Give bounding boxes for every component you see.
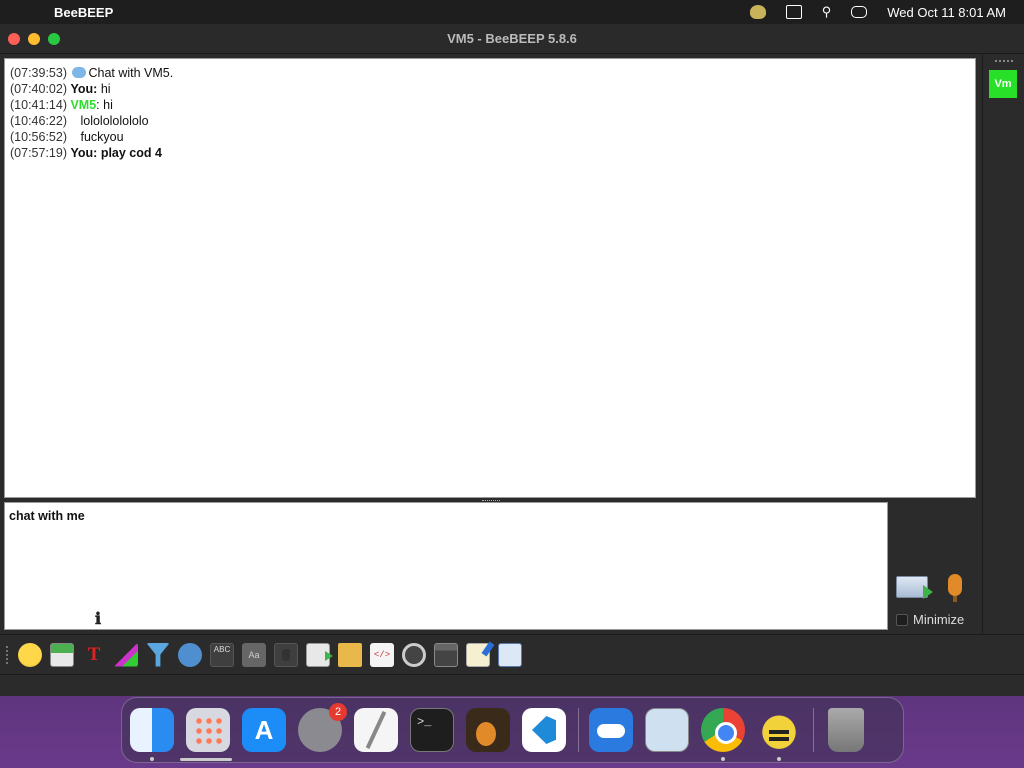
message-text: lololololololo bbox=[80, 114, 149, 128]
message-text: hi bbox=[103, 98, 113, 112]
message-timestamp: (10:41:14) bbox=[10, 98, 67, 112]
minimize-window-button[interactable] bbox=[28, 32, 40, 45]
running-indicator bbox=[777, 757, 781, 761]
toolbar-grip[interactable] bbox=[6, 645, 10, 664]
dictionary-icon[interactable]: Aa bbox=[242, 642, 266, 667]
message-timestamp: (07:40:02) bbox=[10, 82, 67, 96]
window-switcher-icon[interactable] bbox=[785, 5, 802, 19]
user-list-panel: Vm bbox=[982, 54, 1024, 634]
control-center-icon[interactable] bbox=[851, 6, 868, 18]
vscode-icon[interactable] bbox=[522, 708, 566, 752]
chat-toolbar: T ABC Aa </> bbox=[0, 634, 1024, 674]
launchpad-icon[interactable] bbox=[186, 708, 230, 752]
font-icon[interactable]: T bbox=[82, 643, 106, 667]
chat-message: (10:41:14) VM5: hi bbox=[10, 98, 113, 112]
system-settings-icon[interactable]: 2 bbox=[298, 703, 347, 752]
dock-separator bbox=[813, 708, 814, 752]
chat-message: (07:40:02) You: hi bbox=[10, 82, 111, 96]
app-store-icon[interactable]: A bbox=[242, 708, 286, 752]
menu-clock[interactable]: Wed Oct 11 8:01 AM bbox=[887, 5, 1006, 20]
terminal-icon[interactable]: >_ bbox=[410, 708, 454, 752]
note-icon[interactable] bbox=[274, 642, 298, 667]
message-timestamp: (10:46:22) bbox=[10, 114, 67, 128]
message-input-text: chat with me bbox=[9, 509, 85, 523]
user-avatar[interactable]: Vm bbox=[989, 70, 1017, 98]
message-text: play cod 4 bbox=[100, 146, 162, 160]
text-cursor-icon: ℹ bbox=[95, 611, 102, 628]
app-menu-name[interactable]: BeeBEEP bbox=[54, 5, 113, 20]
menu-bar: BeeBEEP ⚲ Wed Oct 11 8:01 AM bbox=[0, 0, 1024, 24]
beebeep-status-icon[interactable] bbox=[749, 5, 766, 19]
panel-grip[interactable] bbox=[995, 60, 1013, 64]
window-title: VM5 - BeeBEEP 5.8.6 bbox=[447, 31, 577, 46]
font-color-icon[interactable] bbox=[114, 642, 138, 667]
chat-message: (10:46:22) lololololololo bbox=[10, 113, 970, 129]
detach-window-icon[interactable] bbox=[498, 642, 522, 667]
status-bar bbox=[0, 674, 1024, 696]
message-timestamp: (10:56:52) bbox=[10, 130, 67, 144]
notification-badge: 2 bbox=[329, 703, 347, 721]
dock: A 2 >_ bbox=[121, 697, 904, 763]
finder-icon[interactable] bbox=[130, 708, 174, 761]
screenshot-icon[interactable] bbox=[402, 642, 426, 667]
chat-message: (07:57:19) You: play cod 4 bbox=[10, 146, 162, 160]
menu-bar-extras: ⚲ Wed Oct 11 8:01 AM bbox=[749, 4, 1024, 20]
textedit-icon[interactable] bbox=[354, 708, 398, 752]
preview-icon[interactable] bbox=[645, 708, 689, 752]
trash-icon[interactable] bbox=[828, 708, 864, 752]
send-file-icon[interactable] bbox=[306, 642, 333, 667]
weather-icon[interactable] bbox=[589, 708, 633, 752]
running-indicator bbox=[150, 757, 154, 761]
chrome-icon[interactable] bbox=[701, 708, 745, 761]
message-sender: VM5 bbox=[70, 98, 97, 112]
zoom-window-button[interactable] bbox=[48, 32, 60, 45]
screen-capture-icon[interactable] bbox=[434, 642, 458, 667]
close-window-button[interactable] bbox=[8, 32, 20, 45]
spotlight-search-icon[interactable]: ⚲ bbox=[822, 4, 832, 20]
message-timestamp: (07:39:53) bbox=[10, 66, 67, 80]
minimize-label[interactable]: Minimize bbox=[913, 612, 964, 627]
dock-separator bbox=[578, 708, 579, 752]
message-text: fuckyou bbox=[80, 130, 124, 144]
message-timestamp: (07:57:19) bbox=[10, 146, 67, 160]
chat-bubble-icon bbox=[72, 67, 87, 78]
emoticons-icon[interactable] bbox=[18, 642, 42, 667]
send-folder-icon[interactable] bbox=[338, 642, 362, 667]
message-text: hi bbox=[100, 82, 111, 96]
message-sender: You bbox=[70, 146, 94, 160]
running-indicator bbox=[721, 757, 725, 761]
voice-message-icon[interactable] bbox=[948, 574, 962, 602]
beebeep-icon[interactable] bbox=[757, 708, 801, 761]
chat-header-text: Chat with VM5. bbox=[88, 66, 174, 80]
chat-message: (10:56:52) fuckyou bbox=[10, 129, 970, 145]
spellcheck-icon[interactable]: ABC bbox=[210, 642, 234, 667]
html-icon[interactable]: </> bbox=[370, 642, 394, 667]
chat-history[interactable]: (07:39:53) Chat with VM5. (07:40:02) You… bbox=[4, 58, 976, 498]
chat-header-line: (07:39:53) Chat with VM5. bbox=[10, 65, 970, 81]
minimize-checkbox[interactable] bbox=[896, 614, 908, 626]
message-sender: You bbox=[70, 82, 94, 96]
send-message-icon[interactable] bbox=[896, 576, 933, 599]
window-titlebar[interactable]: VM5 - BeeBEEP 5.8.6 bbox=[0, 24, 1024, 54]
filter-icon[interactable] bbox=[146, 642, 170, 667]
edit-icon[interactable] bbox=[466, 642, 490, 667]
settings-icon[interactable] bbox=[178, 642, 202, 667]
message-input[interactable]: chat with me ℹ bbox=[4, 502, 888, 630]
send-mail-icon[interactable] bbox=[50, 642, 74, 667]
chat-window: VM5 - BeeBEEP 5.8.6 (07:39:53) Chat with… bbox=[0, 24, 1024, 696]
dock-scroll-indicator bbox=[180, 758, 232, 761]
send-panel: Minimize bbox=[890, 502, 980, 632]
garageband-icon[interactable] bbox=[466, 708, 510, 752]
